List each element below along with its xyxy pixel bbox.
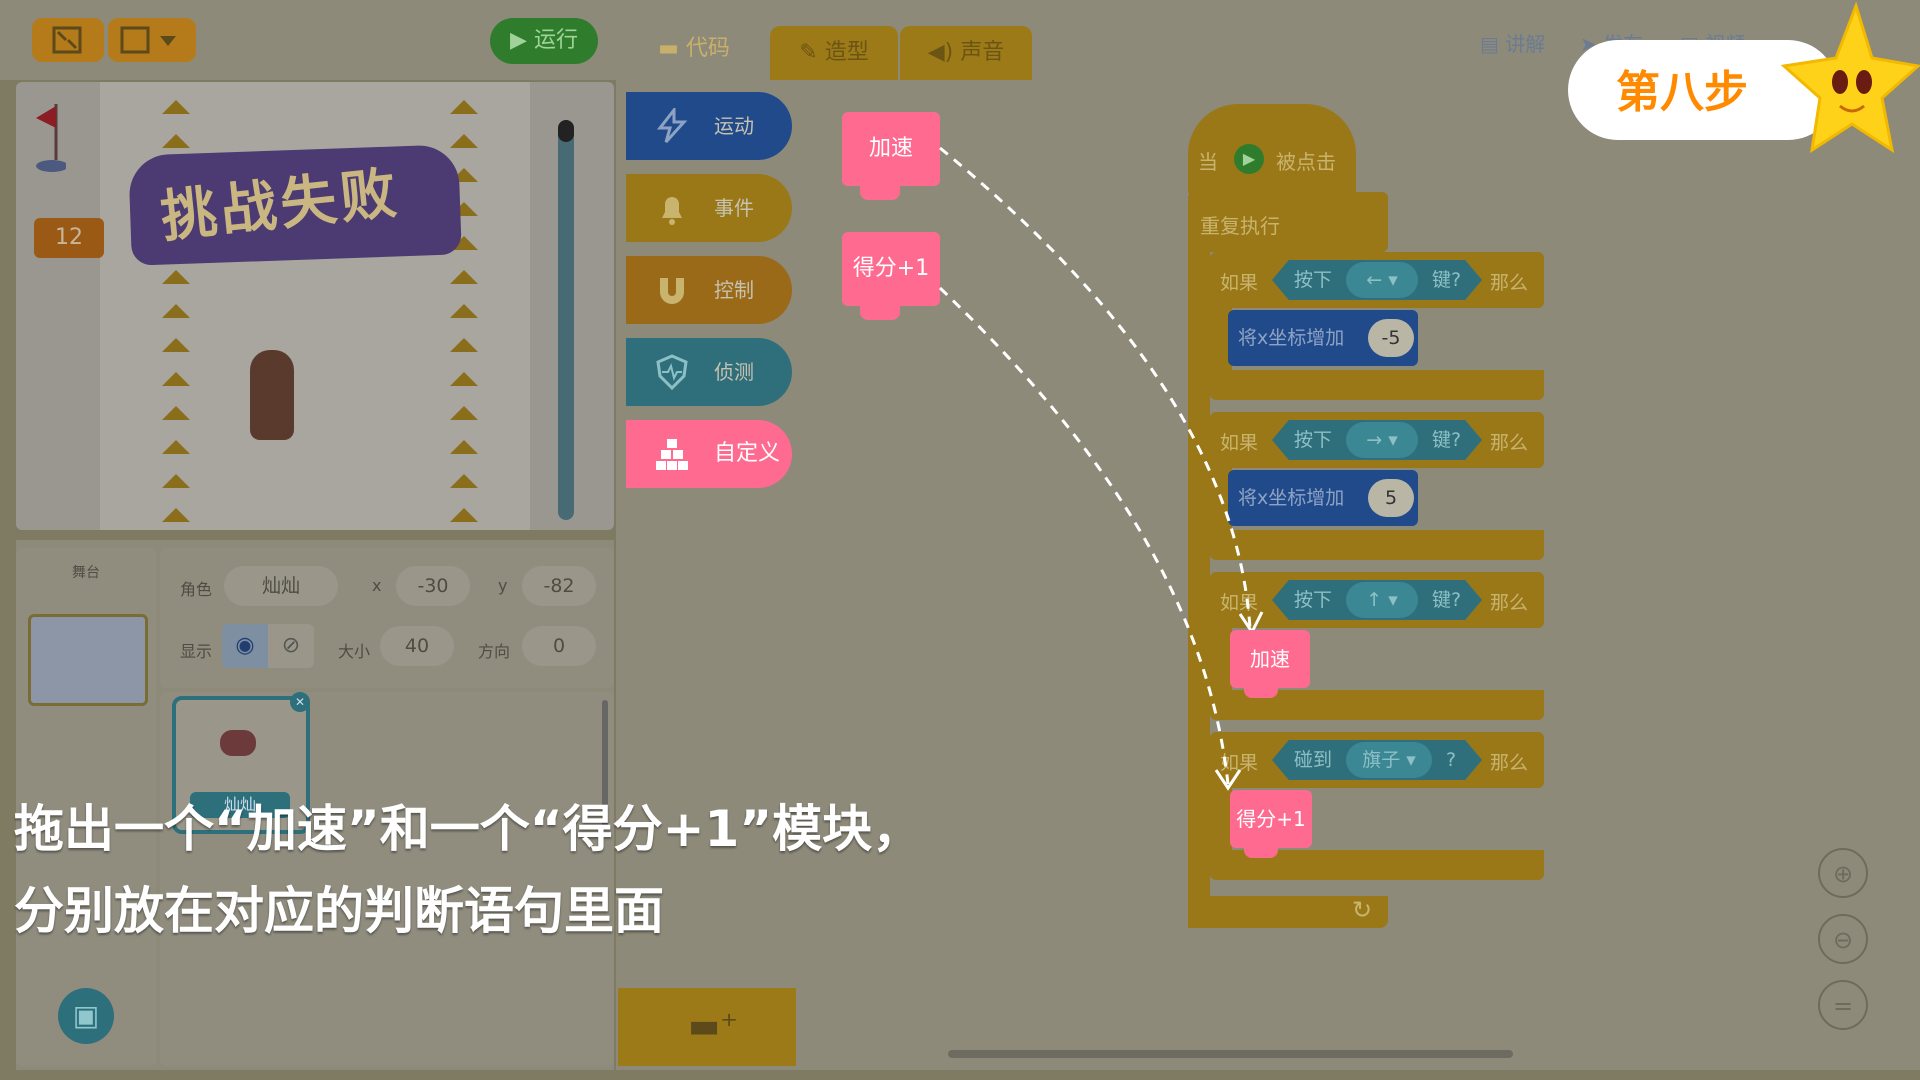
dropped-accelerate-label: 加速 — [1250, 647, 1290, 671]
step-badge-label: 第八步 — [1616, 67, 1748, 118]
drag-arrow-score — [938, 286, 1230, 785]
block-notch — [1244, 686, 1278, 698]
block-notch — [1244, 846, 1278, 858]
dropped-score-label: 得分+1 — [1236, 807, 1306, 831]
instruction-caption: 拖出一个“加速”和一个“得分+1”模块， 分别放在对应的判断语句里面 — [14, 788, 922, 952]
caption-line-1: 拖出一个“加速”和一个“得分+1”模块， — [14, 800, 923, 858]
dropped-block-score[interactable]: 得分+1 — [1230, 790, 1312, 848]
dropped-block-accelerate[interactable]: 加速 — [1230, 630, 1310, 688]
workspace-scrollbar[interactable] — [948, 1050, 1513, 1058]
zoom-in-icon: ⊕ — [1832, 860, 1854, 888]
zoom-out-icon: ⊖ — [1832, 926, 1854, 954]
zoom-out-button[interactable]: ⊖ — [1818, 914, 1868, 964]
zoom-reset-icon: = — [1832, 992, 1854, 1020]
drag-arrow-accelerate — [939, 146, 1252, 629]
star-mascot-icon — [1780, 1, 1920, 154]
zoom-in-button[interactable]: ⊕ — [1818, 848, 1868, 898]
zoom-reset-button[interactable]: = — [1818, 980, 1868, 1030]
caption-line-2: 分别放在对应的判断语句里面 — [14, 882, 664, 940]
